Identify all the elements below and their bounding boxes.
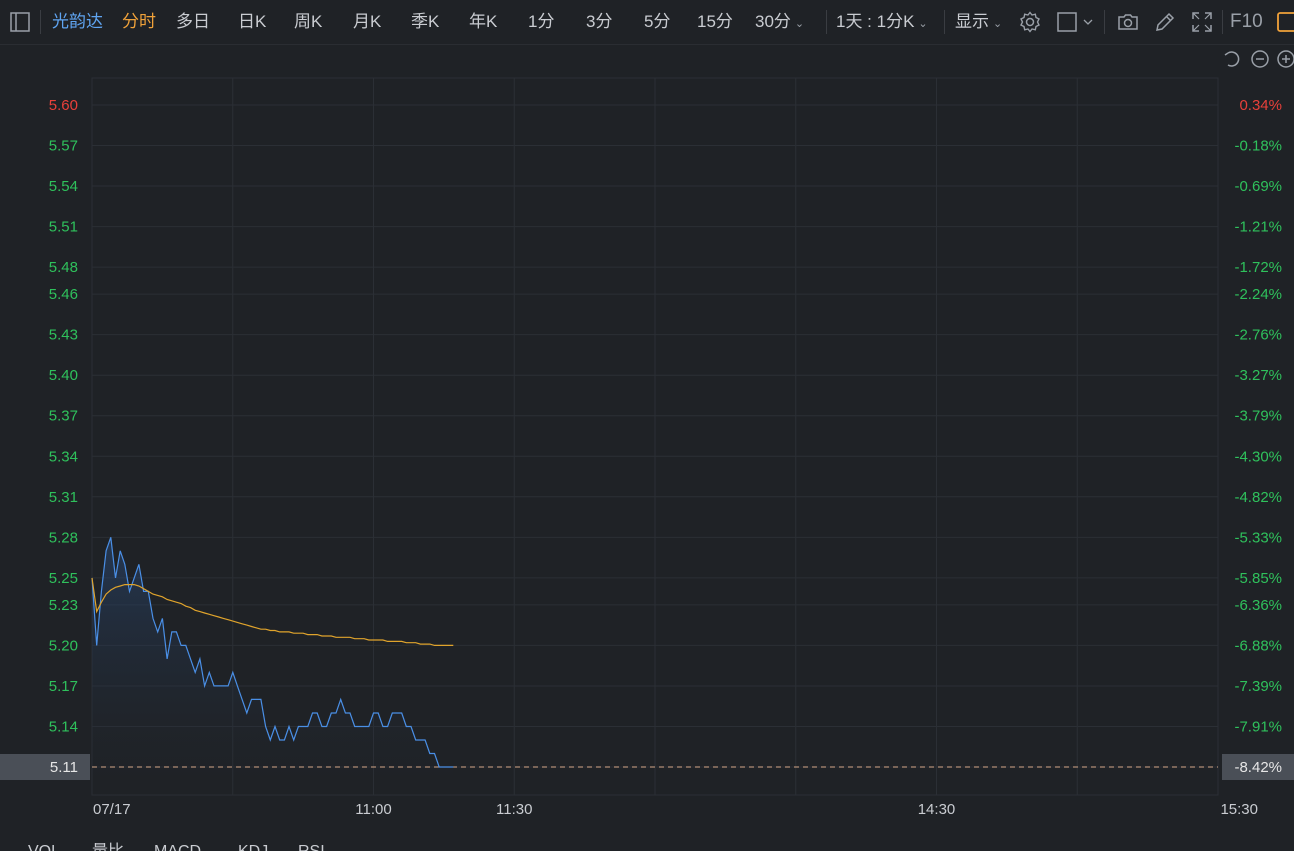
time-tick-label: 11:00 [355, 801, 391, 818]
tab-kdj[interactable]: KDJ [238, 842, 268, 851]
percent-tick-label: -3.27% [1234, 367, 1282, 384]
intraday-chart[interactable]: 5.60 5.57 5.54 5.51 5.48 5.46 5.43 5.40 5.37 5.34… [0, 0, 1294, 838]
percent-tick-label: -8.42% [1234, 759, 1282, 776]
price-tick-label: 5.25 [49, 570, 78, 587]
price-tick-label: 5.37 [49, 408, 78, 425]
tab-volume-ratio[interactable]: 量比 [92, 842, 124, 851]
price-tick-label: 5.54 [49, 178, 78, 195]
price-tick-label: 5.43 [49, 327, 78, 344]
percent-tick-label: -7.39% [1234, 678, 1282, 695]
percent-tick-label: -4.30% [1234, 448, 1282, 465]
percent-axis: 0.34% -0.18% -0.69% -1.21% -1.72% -2.24% -2.76… [1222, 97, 1294, 780]
price-tick-label: 5.48 [49, 259, 78, 276]
tab-macd[interactable]: MACD [154, 842, 201, 851]
percent-tick-label: -3.79% [1234, 408, 1282, 425]
percent-tick-label: -0.69% [1234, 178, 1282, 195]
price-tick-label: 5.23 [49, 597, 78, 614]
percent-tick-label: -6.36% [1234, 597, 1282, 614]
price-tick-label: 5.34 [49, 448, 78, 465]
time-tick-label: 11:30 [496, 801, 532, 818]
time-tick-label: 14:30 [918, 801, 956, 818]
tab-rsi[interactable]: RSI [298, 842, 325, 851]
price-tick-label: 5.17 [49, 678, 78, 695]
percent-tick-label: -2.76% [1234, 327, 1282, 344]
percent-tick-label: -5.33% [1234, 529, 1282, 546]
price-tick-label: 5.57 [49, 138, 78, 155]
price-tick-label: 5.11 [50, 759, 78, 776]
price-tick-label: 5.40 [49, 367, 78, 384]
price-tick-label: 5.60 [49, 97, 78, 114]
percent-tick-label: -0.18% [1234, 138, 1282, 155]
percent-tick-label: -6.88% [1234, 637, 1282, 654]
price-tick-label: 5.31 [49, 489, 78, 506]
percent-tick-label: -4.82% [1234, 489, 1282, 506]
indicator-tabs: VOL 量比 MACD KDJ RSI [0, 838, 1294, 851]
date-label: 07/17 [93, 801, 131, 818]
price-tick-label: 5.51 [49, 219, 78, 236]
percent-tick-label: -7.91% [1234, 718, 1282, 735]
price-tick-label: 5.20 [49, 637, 78, 654]
chart-grid [91, 77, 1219, 796]
tab-vol[interactable]: VOL [28, 842, 60, 851]
percent-tick-label: -2.24% [1234, 286, 1282, 303]
price-tick-label: 5.14 [49, 718, 78, 735]
percent-tick-label: -1.21% [1234, 219, 1282, 236]
price-area-fill [92, 537, 454, 795]
time-tick-label: 15:30 [1220, 801, 1258, 818]
price-area [92, 537, 454, 795]
percent-tick-label: -1.72% [1234, 259, 1282, 276]
price-tick-label: 5.46 [49, 286, 78, 303]
percent-tick-label: -5.85% [1234, 570, 1282, 587]
percent-tick-label: 0.34% [1239, 97, 1282, 114]
price-axis: 5.60 5.57 5.54 5.51 5.48 5.46 5.43 5.40 5.37 5.34… [0, 97, 90, 780]
price-tick-label: 5.28 [49, 529, 78, 546]
time-axis: 07/17 11:00 11:30 14:30 15:30 [93, 801, 1258, 818]
